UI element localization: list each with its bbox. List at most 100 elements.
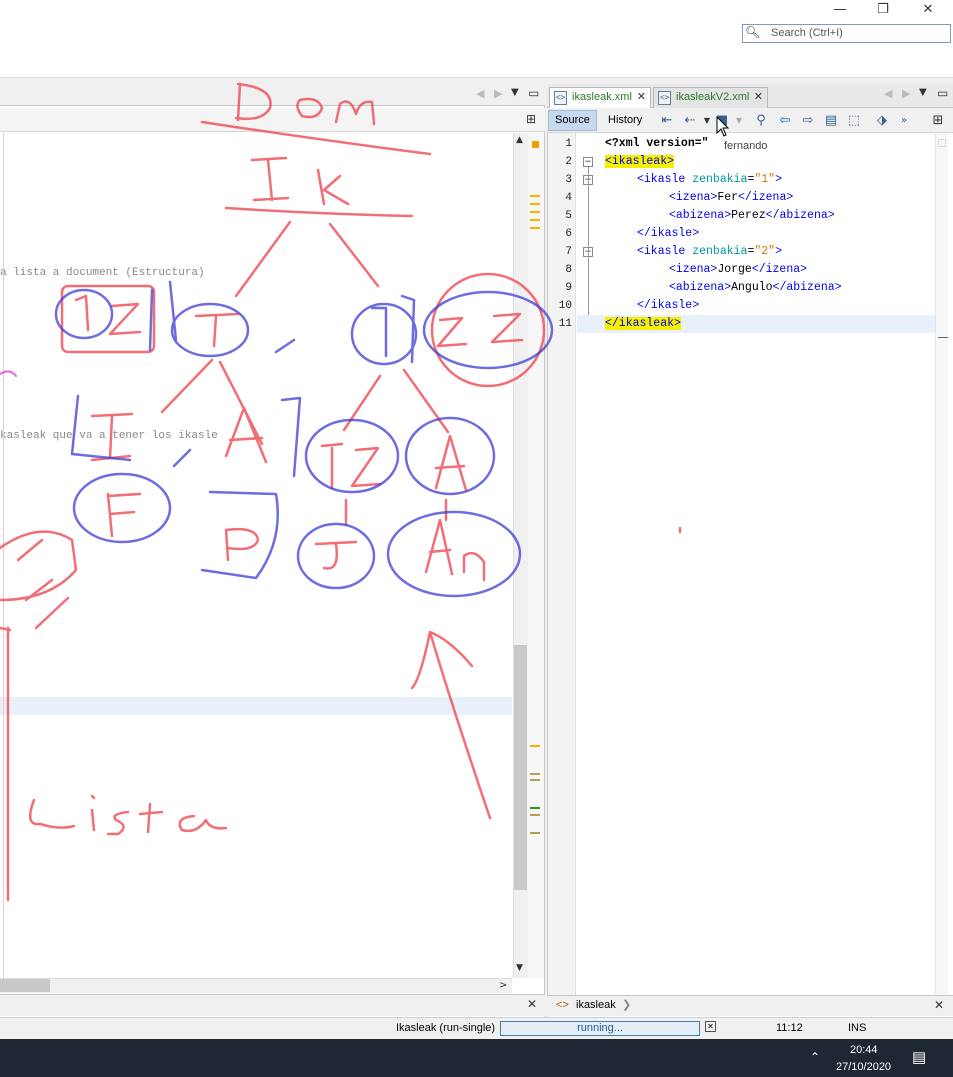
progress-bar[interactable]: running...	[500, 1021, 700, 1036]
maximize-pane-icon[interactable]: ▭	[937, 86, 948, 100]
breadcrumb-separator-icon: ❯	[622, 999, 632, 1011]
tag: </izena>	[738, 191, 794, 204]
more-icon[interactable]: »	[895, 112, 913, 129]
task-label[interactable]: Ikasleak (run-single)	[396, 1022, 495, 1034]
line-number: 11	[558, 318, 572, 330]
line-number: 5	[565, 210, 572, 222]
xml-declaration: <?xml version="	[605, 137, 709, 150]
close-icon[interactable]: ✕	[527, 997, 537, 1011]
tab-list-dropdown-icon[interactable]: ▼	[511, 87, 519, 98]
code-line-5: <abizena>Perez</abizena>	[577, 207, 935, 225]
scroll-up-icon[interactable]: ▲	[516, 135, 523, 145]
marker[interactable]	[530, 807, 540, 809]
maximize-pane-icon[interactable]: ▭	[528, 86, 539, 100]
scroll-tabs-right-icon[interactable]: ▶	[494, 87, 502, 100]
cancel-task-icon[interactable]: ✕	[705, 1021, 716, 1032]
line-number: 8	[565, 264, 572, 276]
scroll-down-icon[interactable]: ▼	[516, 963, 523, 973]
left-horizontal-scrollbar[interactable]: >	[0, 978, 512, 993]
tag: </abizena>	[765, 209, 835, 222]
left-scroll-thumb[interactable]	[514, 645, 527, 890]
warning-marker[interactable]	[532, 141, 539, 148]
scroll-tabs-left-icon[interactable]: ◀	[476, 87, 484, 100]
history-button[interactable]: History	[601, 110, 649, 131]
text-node: Fer	[717, 191, 739, 204]
rect-selection-icon[interactable]: ⬚	[845, 112, 863, 129]
marker[interactable]	[530, 203, 540, 205]
scroll-tabs-right-icon[interactable]: ▶	[902, 87, 910, 100]
show-hidden-icons-icon[interactable]: ⌃	[810, 1050, 820, 1064]
clock-date[interactable]: 27/10/2020	[836, 1061, 891, 1073]
marker[interactable]	[530, 745, 540, 747]
tag: <ikasle	[637, 245, 686, 258]
xml-file-icon: <>	[554, 91, 567, 105]
tab-label: ikasleak.xml	[572, 91, 632, 103]
search-input[interactable]: Search (Ctrl+I)	[742, 24, 951, 43]
restore-button[interactable]: ❐	[860, 0, 906, 22]
close-window-button[interactable]: ✕	[905, 0, 951, 22]
tab-ikasleak-xml[interactable]: <> ikasleak.xml ✕	[549, 87, 651, 108]
caret-position: 11:12	[776, 1022, 803, 1034]
code-line: kasleak que va a tener los ikasle	[0, 430, 218, 442]
scroll-tabs-left-icon[interactable]: ◀	[884, 87, 892, 100]
left-code-area[interactable]: a lista a document (Estructura) kasleak …	[0, 133, 512, 978]
split-view-icon[interactable]: ⊞	[526, 112, 536, 126]
attribute-value: "1"	[754, 173, 776, 186]
left-tab-bar: ◀ ▶ ▼ ▭	[0, 84, 545, 106]
breadcrumb-item[interactable]: ikasleak	[576, 996, 616, 1015]
xml-file-icon: <>	[658, 91, 671, 105]
status-marker[interactable]	[938, 139, 946, 147]
taskbar: ⌃ 20:44 27/10/2020 ▤	[0, 1039, 953, 1077]
find-next-icon[interactable]: ⇨	[799, 112, 817, 129]
status-bar: Ikasleak (run-single) running... ✕ 11:12…	[0, 1017, 953, 1039]
code-line-7: <ikasle zenbakia="2">	[577, 243, 935, 261]
code-line-9: <abizena>Angulo</abizena>	[577, 279, 935, 297]
tag: </ikasle>	[637, 299, 700, 312]
notifications-icon[interactable]: ▤	[912, 1048, 926, 1066]
marker[interactable]	[530, 773, 540, 775]
tab-list-dropdown-icon[interactable]: ▼	[919, 87, 927, 98]
code-line: a lista a document (Estructura)	[0, 267, 205, 279]
line-number: 1	[565, 138, 572, 150]
marker[interactable]	[530, 211, 540, 213]
tag: <izena>	[669, 191, 718, 204]
marker[interactable]	[530, 832, 540, 834]
code-line-3: <ikasle zenbakia="1">	[577, 171, 935, 189]
marker[interactable]	[530, 195, 540, 197]
title-bar	[0, 0, 953, 22]
tag: <ikasle	[637, 173, 686, 186]
root-close-tag: </ikasleak>	[605, 317, 681, 330]
line-number: 9	[565, 282, 572, 294]
current-line-highlight	[0, 697, 512, 715]
last-edit-icon[interactable]: ⇤	[658, 112, 676, 129]
marker[interactable]	[530, 227, 540, 229]
source-button[interactable]: Source	[548, 110, 597, 131]
marker[interactable]	[530, 814, 540, 816]
minimize-button[interactable]: —	[817, 0, 863, 22]
check-xml-icon[interactable]: ⬗	[873, 112, 891, 129]
marker[interactable]	[530, 219, 540, 221]
clock-time[interactable]: 20:44	[850, 1044, 878, 1056]
find-previous-icon[interactable]: ⇦	[776, 112, 794, 129]
find-icon[interactable]: ⚲	[752, 112, 770, 129]
search-icon[interactable]: 🔍︎	[745, 25, 760, 39]
code-line-1: <?xml version="	[577, 135, 935, 153]
back-icon[interactable]: ⇠	[681, 112, 699, 129]
tab-ikasleakv2-xml[interactable]: <> ikasleakV2.xml ✕	[653, 87, 768, 108]
left-hscroll-thumb[interactable]	[0, 979, 50, 992]
line-number: 7	[565, 246, 572, 258]
root-open-tag: <ikasleak>	[605, 155, 675, 168]
forward-dropdown-icon[interactable]: ▼	[730, 112, 748, 129]
caret-marker	[938, 337, 948, 338]
text-node: Perez	[731, 209, 766, 222]
split-view-icon[interactable]: ⊞	[929, 112, 947, 129]
close-icon[interactable]: ✕	[934, 996, 944, 1015]
tag: </abizena>	[772, 281, 842, 294]
close-tab-icon[interactable]: ✕	[754, 88, 763, 107]
marker[interactable]	[530, 779, 540, 781]
attribute-value: "2"	[754, 245, 776, 258]
insert-mode[interactable]: INS	[848, 1022, 866, 1034]
scroll-right-icon[interactable]: >	[499, 980, 507, 991]
close-tab-icon[interactable]: ✕	[637, 88, 646, 107]
toggle-highlight-icon[interactable]: ▤	[822, 112, 840, 129]
